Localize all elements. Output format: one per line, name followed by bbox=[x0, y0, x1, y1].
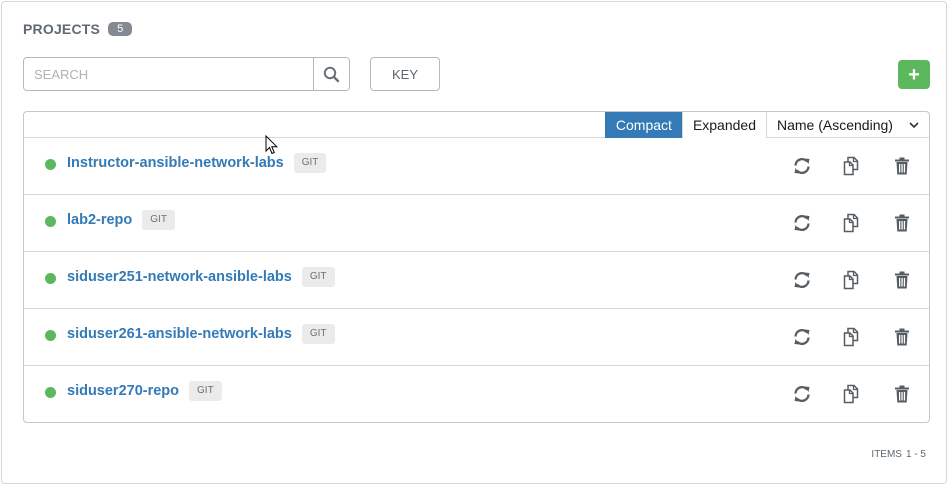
scm-type-badge: GIT bbox=[142, 210, 175, 230]
add-project-button[interactable]: + bbox=[898, 60, 930, 89]
sync-project-button[interactable] bbox=[792, 156, 812, 176]
sort-dropdown[interactable]: Name (Ascending) bbox=[766, 112, 929, 138]
delete-project-button[interactable] bbox=[892, 384, 912, 404]
project-row: siduser261-ansible-network-labs GIT bbox=[24, 309, 929, 366]
scm-type-badge: GIT bbox=[293, 153, 327, 173]
pagination-info: ITEMS 1 - 5 bbox=[871, 449, 926, 460]
items-range: 1 - 5 bbox=[905, 449, 926, 460]
project-name-group: Instructor-ansible-network-labs GIT bbox=[67, 153, 327, 173]
copy-project-button[interactable] bbox=[842, 327, 862, 347]
delete-project-button[interactable] bbox=[892, 213, 912, 233]
copy-project-button[interactable] bbox=[842, 213, 862, 233]
page-title: PROJECTS bbox=[23, 21, 101, 37]
project-row: siduser270-repo GIT bbox=[24, 366, 929, 423]
status-success-icon[interactable] bbox=[45, 273, 56, 284]
search-icon bbox=[323, 66, 340, 82]
search-box bbox=[23, 57, 350, 91]
sync-project-button[interactable] bbox=[792, 327, 812, 347]
projects-panel: PROJECTS 5 KEY + Compact Expanded Name (… bbox=[1, 1, 947, 484]
scm-type-badge: GIT bbox=[301, 324, 335, 344]
panel-header: PROJECTS 5 bbox=[23, 21, 133, 37]
row-actions bbox=[792, 384, 912, 404]
delete-project-button[interactable] bbox=[892, 270, 912, 290]
copy-project-button[interactable] bbox=[842, 384, 862, 404]
trash-icon bbox=[895, 271, 909, 289]
delete-project-button[interactable] bbox=[892, 327, 912, 347]
row-actions bbox=[792, 327, 912, 347]
mouse-cursor-icon bbox=[265, 135, 279, 155]
copy-project-button[interactable] bbox=[842, 156, 862, 176]
project-count-badge: 5 bbox=[108, 22, 133, 36]
project-name-group: siduser270-repo GIT bbox=[67, 381, 222, 401]
sync-project-button[interactable] bbox=[792, 270, 812, 290]
sync-icon bbox=[794, 272, 810, 288]
trash-icon bbox=[895, 385, 909, 403]
key-button[interactable]: KEY bbox=[370, 57, 440, 91]
row-actions bbox=[792, 156, 912, 176]
copy-icon bbox=[843, 384, 859, 404]
sync-project-button[interactable] bbox=[792, 384, 812, 404]
trash-icon bbox=[895, 157, 909, 175]
scm-type-badge: GIT bbox=[189, 381, 222, 401]
search-input[interactable] bbox=[24, 58, 313, 90]
trash-icon bbox=[895, 328, 909, 346]
row-actions bbox=[792, 270, 912, 290]
status-success-icon[interactable] bbox=[45, 330, 56, 341]
copy-icon bbox=[843, 156, 859, 176]
project-name-link[interactable]: siduser261-ansible-network-labs bbox=[67, 326, 292, 342]
items-label: ITEMS bbox=[871, 449, 902, 460]
sync-icon bbox=[794, 329, 810, 345]
project-name-group: lab2-repo GIT bbox=[67, 210, 175, 230]
status-success-icon[interactable] bbox=[45, 387, 56, 398]
project-row: siduser251-network-ansible-labs GIT bbox=[24, 252, 929, 309]
project-name-group: siduser261-ansible-network-labs GIT bbox=[67, 324, 335, 344]
scm-type-badge: GIT bbox=[301, 267, 335, 287]
sync-icon bbox=[794, 158, 810, 174]
sync-icon bbox=[794, 215, 810, 231]
list-toolbar: Compact Expanded Name (Ascending) bbox=[24, 112, 929, 138]
copy-icon bbox=[843, 270, 859, 290]
sync-project-button[interactable] bbox=[792, 213, 812, 233]
chevron-down-icon bbox=[909, 121, 919, 128]
project-name-link[interactable]: siduser251-network-ansible-labs bbox=[67, 269, 292, 285]
sort-label: Name (Ascending) bbox=[777, 117, 893, 133]
search-button[interactable] bbox=[313, 58, 349, 90]
status-success-icon[interactable] bbox=[45, 216, 56, 227]
trash-icon bbox=[895, 214, 909, 232]
copy-icon bbox=[843, 327, 859, 347]
sync-icon bbox=[794, 386, 810, 402]
project-name-link[interactable]: siduser270-repo bbox=[67, 383, 179, 399]
status-success-icon[interactable] bbox=[45, 159, 56, 170]
project-name-link[interactable]: lab2-repo bbox=[67, 212, 132, 228]
project-name-link[interactable]: Instructor-ansible-network-labs bbox=[67, 155, 284, 171]
delete-project-button[interactable] bbox=[892, 156, 912, 176]
project-list: Compact Expanded Name (Ascending) Instru… bbox=[23, 111, 930, 423]
copy-icon bbox=[843, 213, 859, 233]
project-row: Instructor-ansible-network-labs GIT bbox=[24, 138, 929, 195]
compact-view-toggle[interactable]: Compact bbox=[604, 112, 682, 138]
project-name-group: siduser251-network-ansible-labs GIT bbox=[67, 267, 335, 287]
expanded-view-toggle[interactable]: Expanded bbox=[681, 112, 766, 138]
row-actions bbox=[792, 213, 912, 233]
copy-project-button[interactable] bbox=[842, 270, 862, 290]
project-row: lab2-repo GIT bbox=[24, 195, 929, 252]
